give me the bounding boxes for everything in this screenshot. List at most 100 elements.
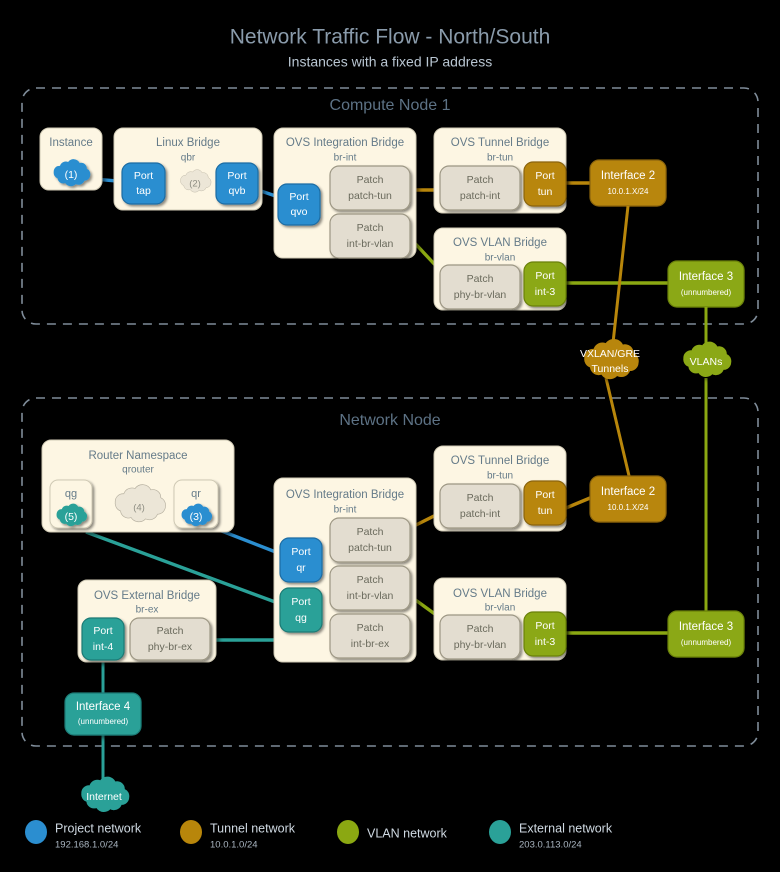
compute-port-qvo[interactable]: Port qvo [277,183,321,226]
instance-title: Instance [49,137,92,149]
svg-text:Patch: Patch [467,174,494,186]
legend-item-0: Project network 192.168.1.0/24 [25,820,142,851]
network-patch-patch-tun[interactable]: Patch patch-tun [329,517,411,563]
legend-subnet: 203.0.113.0/24 [519,840,582,851]
svg-text:Patch: Patch [357,574,384,586]
svg-text:Patch: Patch [357,526,384,538]
svg-text:tun: tun [538,505,553,517]
instance-panel: Instance (1) [39,127,103,191]
compute-tunnel-bridge-panel: OVS Tunnel Bridge br-tun Patch patch-int… [433,127,567,214]
port-tap[interactable]: Port tap [121,162,166,205]
svg-text:qg: qg [65,488,77,500]
qrouter-title: Router Namespace [88,450,187,462]
svg-text:Port: Port [134,170,153,182]
br-ex-title: OVS External Bridge [94,590,200,602]
compute-interface-3[interactable]: Interface 3 (unnumbered) [667,260,745,308]
network-br-vlan-title: OVS VLAN Bridge [453,588,547,600]
svg-text:int-br-vlan: int-br-vlan [347,238,394,250]
legend-swatch [489,820,511,844]
svg-text:Patch: Patch [467,273,494,285]
network-port-qg[interactable]: Port qg [279,587,323,633]
port-qvb[interactable]: Port qvb [215,162,259,205]
svg-text:Interface 4: Interface 4 [76,701,131,713]
network-patch-int-br-vlan[interactable]: Patch int-br-vlan [329,565,411,611]
linux-bridge-subtitle: qbr [181,153,196,164]
svg-text:Interface 2: Interface 2 [601,486,655,498]
compute-interface-2[interactable]: Interface 2 10.0.1.X/24 [589,159,667,207]
svg-text:VLANs: VLANs [690,356,723,368]
svg-text:patch-tun: patch-tun [348,190,392,202]
compute-patch-int-br-vlan[interactable]: Patch int-br-vlan [329,213,411,259]
svg-text:phy-br-ex: phy-br-ex [148,641,193,653]
compute-patch-phy-br-vlan[interactable]: Patch phy-br-vlan [439,264,521,310]
legend-item-2: VLAN network [337,820,448,844]
svg-text:qr: qr [296,562,306,574]
network-port-qr[interactable]: Port qr [279,537,323,583]
svg-text:Port: Port [289,191,308,203]
svg-text:Port: Port [535,270,554,282]
external-bridge-panel: OVS External Bridge br-ex Port int-4 Pat… [77,579,217,663]
svg-text:Patch: Patch [357,622,384,634]
svg-text:int-3: int-3 [535,286,556,298]
svg-text:(5): (5) [65,511,78,523]
svg-text:int-br-ex: int-br-ex [351,638,390,650]
compute-vlan-bridge-panel: OVS VLAN Bridge br-vlan Patch phy-br-vla… [433,227,567,311]
qg-namespace-port[interactable]: qg (5) [49,479,93,529]
svg-text:(unnumbered): (unnumbered) [681,638,732,647]
compute-br-vlan-title: OVS VLAN Bridge [453,237,547,249]
compute-port-int-3[interactable]: Port int-3 [523,261,567,307]
compute-port-tun[interactable]: Port tun [523,161,567,207]
svg-text:int-br-vlan: int-br-vlan [347,590,394,602]
svg-text:Interface 3: Interface 3 [679,621,733,633]
svg-text:Interface 2: Interface 2 [601,170,655,182]
svg-text:qr: qr [191,488,201,500]
patch-phy-br-ex[interactable]: Patch phy-br-ex [129,617,211,661]
linux-bridge-title: Linux Bridge [156,137,220,149]
network-br-tun-title: OVS Tunnel Bridge [451,455,549,467]
port-int-4[interactable]: Port int-4 [81,617,125,661]
svg-text:(4): (4) [133,503,145,514]
svg-text:Interface 3: Interface 3 [679,271,733,283]
network-port-tun[interactable]: Port tun [523,480,567,526]
network-br-tun-subtitle: br-tun [487,471,513,482]
network-interface-4[interactable]: Interface 4 (unnumbered) [64,692,142,736]
linux-bridge-panel: Linux Bridge qbr Port tap (2) Port qvb [113,127,263,211]
compute-br-int-subtitle: br-int [334,153,357,164]
legend-subnet: 192.168.1.0/24 [55,840,118,851]
svg-text:patch-int: patch-int [460,508,500,520]
qrouter-subtitle: qrouter [122,465,154,476]
network-patch-patch-int[interactable]: Patch patch-int [439,483,521,529]
svg-text:Port: Port [291,596,310,608]
network-patch-phy-br-vlan[interactable]: Patch phy-br-vlan [439,614,521,660]
diagram-canvas: Network Traffic Flow - North/South Insta… [0,0,780,872]
legend-item-3: External network 203.0.113.0/24 [489,820,613,851]
network-br-int-subtitle: br-int [334,505,357,516]
compute-patch-patch-int[interactable]: Patch patch-int [439,165,521,211]
qr-namespace-port[interactable]: qr (3) [173,479,219,529]
network-interface-2[interactable]: Interface 2 10.0.1.X/24 [589,475,667,523]
svg-text:qvb: qvb [229,185,246,197]
svg-text:Port: Port [93,625,112,637]
svg-text:int-4: int-4 [93,641,114,653]
svg-text:patch-int: patch-int [460,190,500,202]
vlans-cloud: VLANs [683,341,732,377]
page-title: Network Traffic Flow - North/South [230,26,551,49]
br-ex-subtitle: br-ex [136,605,159,616]
compute-node-title: Compute Node 1 [330,97,451,114]
compute-patch-patch-tun[interactable]: Patch patch-tun [329,165,411,211]
svg-text:phy-br-vlan: phy-br-vlan [454,639,507,651]
compute-br-vlan-subtitle: br-vlan [485,253,516,264]
legend-item-1: Tunnel network 10.0.1.0/24 [180,820,296,851]
svg-text:int-3: int-3 [535,636,556,648]
svg-text:Port: Port [291,546,310,558]
network-patch-int-br-ex[interactable]: Patch int-br-ex [329,613,411,659]
network-port-int-3[interactable]: Port int-3 [523,611,567,657]
instance-cloud-label: (1) [65,169,78,181]
svg-text:VXLAN/GRE: VXLAN/GRE [580,348,640,360]
svg-text:Patch: Patch [467,492,494,504]
svg-text:Internet: Internet [86,791,122,803]
compute-integration-bridge-panel: OVS Integration Bridge br-int Port qvo P… [273,127,417,259]
network-br-vlan-subtitle: br-vlan [485,603,516,614]
compute-br-tun-title: OVS Tunnel Bridge [451,137,549,149]
network-interface-3[interactable]: Interface 3 (unnumbered) [667,610,745,658]
